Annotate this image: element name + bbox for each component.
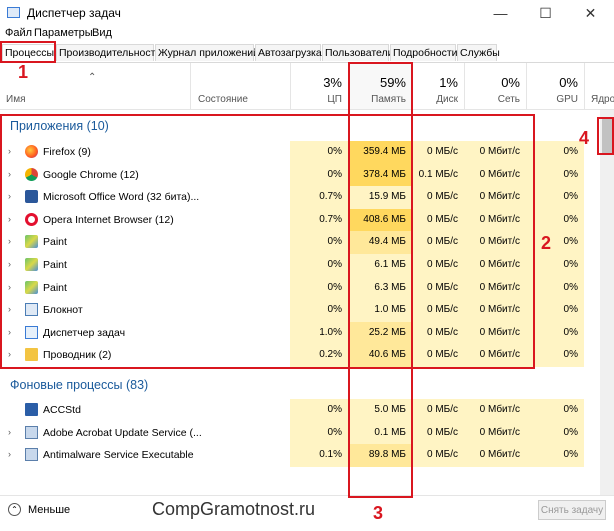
fewer-details-icon[interactable]: ⌃ <box>8 503 21 516</box>
tab-startup[interactable]: Автозагрузка <box>255 44 322 61</box>
annotation-number-3: 3 <box>373 503 384 523</box>
header-cpu-pct: 3% <box>323 75 342 90</box>
tab-details[interactable]: Подробности <box>390 44 458 61</box>
bottom-bar: ⌃ Меньше CompGramotnost.ru Снять задачу <box>0 495 614 531</box>
annotation-number-1: 1 <box>18 62 29 82</box>
tab-app-history[interactable]: Журнал приложений <box>155 44 259 61</box>
menu-view[interactable]: Вид <box>92 27 112 39</box>
process-disk-cell: 0 МБ/с <box>412 444 464 467</box>
maximize-button[interactable]: ☐ <box>523 2 568 24</box>
end-task-button[interactable]: Снять задачу <box>538 500 606 520</box>
header-disk-label: Диск <box>436 94 458 105</box>
title-bar: Диспетчер задач — ☐ ✕ <box>0 0 614 26</box>
expand-chevron-icon[interactable]: › <box>8 449 11 459</box>
annotation-box-memory <box>348 62 413 498</box>
tab-users[interactable]: Пользователи <box>322 44 394 61</box>
menu-bar: Файл Параметры Вид <box>0 26 614 42</box>
header-network-label: Сеть <box>497 94 520 105</box>
process-row[interactable]: › Adobe Acrobat Update Service (... 0% 0.1 … <box>0 421 600 445</box>
task-manager-icon <box>7 7 20 18</box>
header-disk[interactable]: 1% Диск <box>412 63 464 109</box>
process-disk-cell: 0 МБ/с <box>412 399 464 422</box>
header-gpu-pct: 0% <box>559 75 578 90</box>
expand-chevron-icon[interactable]: › <box>8 427 11 437</box>
process-disk-cell: 0 МБ/с <box>412 421 464 445</box>
group-background-header[interactable]: Фоновые процессы (83) <box>10 378 148 392</box>
process-name: ACCStd <box>43 404 81 416</box>
tab-performance[interactable]: Производительность <box>56 44 161 61</box>
header-gpu-engine-label: Ядро <box>591 94 614 105</box>
tab-strip: Процессы Производительность Журнал прило… <box>0 42 614 63</box>
process-gpu-cell: 0% <box>526 421 584 445</box>
process-gpu-cell: 0% <box>526 444 584 467</box>
process-gpu-cell: 0% <box>526 399 584 422</box>
header-status-col[interactable]: Состояние <box>190 63 290 109</box>
sort-up-icon: ⌃ <box>88 72 97 83</box>
annotation-number-2: 2 <box>541 233 552 253</box>
header-gpu-engine[interactable]: Ядро <box>584 63 614 109</box>
process-row[interactable]: ACCStd 0% 5.0 МБ 0 МБ/с 0 Мбит/с 0% <box>0 399 600 422</box>
annotation-number-4: 4 <box>579 128 590 148</box>
watermark: CompGramotnost.ru <box>152 499 316 519</box>
service-icon <box>25 425 38 439</box>
close-button[interactable]: ✕ <box>568 2 613 24</box>
annotation-box-tab <box>0 41 56 63</box>
header-gpu[interactable]: 0% GPU <box>526 63 584 109</box>
process-name: Adobe Acrobat Update Service (... <box>43 426 202 439</box>
menu-options[interactable]: Параметры <box>34 27 93 39</box>
process-cpu-cell: 0.1% <box>290 444 348 467</box>
vertical-scrollbar[interactable] <box>600 110 614 495</box>
process-net-cell: 0 Мбит/с <box>464 444 526 467</box>
header-cpu[interactable]: 3% ЦП <box>290 63 348 109</box>
tab-services[interactable]: Службы <box>457 44 500 61</box>
header-status: Состояние <box>198 94 248 105</box>
process-name: Antimalware Service Executable <box>43 449 194 462</box>
header-network[interactable]: 0% Сеть <box>464 63 526 109</box>
header-gpu-label: GPU <box>556 94 578 105</box>
service-icon <box>25 448 38 462</box>
header-name[interactable]: Имя <box>6 94 25 105</box>
fewer-details-link[interactable]: Меньше <box>28 504 70 516</box>
annotation-box-scrollbar <box>597 117 614 155</box>
window-title: Диспетчер задач <box>27 6 121 20</box>
process-net-cell: 0 Мбит/с <box>464 421 526 445</box>
process-net-cell: 0 Мбит/с <box>464 399 526 422</box>
menu-file[interactable]: Файл <box>5 27 32 39</box>
minimize-button[interactable]: — <box>478 2 523 24</box>
header-network-pct: 0% <box>501 75 520 90</box>
column-header: ⌃ Имя Состояние 3% ЦП 59% Память 1% Диск… <box>0 63 614 110</box>
annotation-box-apps <box>0 114 535 369</box>
process-cpu-cell: 0% <box>290 399 348 422</box>
header-disk-pct: 1% <box>439 75 458 90</box>
process-row[interactable]: › Antimalware Service Executable 0.1% 89.8 … <box>0 444 600 467</box>
header-cpu-label: ЦП <box>327 94 342 105</box>
app-icon <box>25 403 38 416</box>
process-cpu-cell: 0% <box>290 421 348 445</box>
